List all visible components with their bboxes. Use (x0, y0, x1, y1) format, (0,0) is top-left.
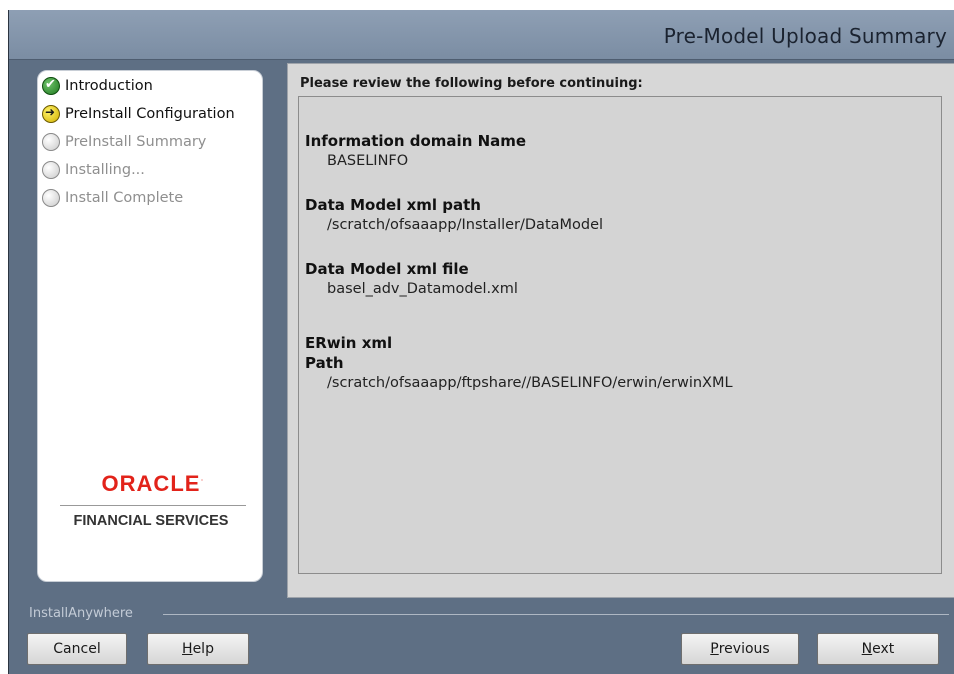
empty-circle-icon (42, 133, 60, 151)
previous-mnemonic: P (710, 641, 719, 657)
summary-value: /scratch/ofsaaapp/ftpshare//BASELINFO/er… (327, 375, 733, 391)
summary-label-path: Path (305, 354, 344, 372)
summary-item-domain: Information domain Name BASELINFO (305, 131, 526, 171)
next-label-rest: ext (872, 641, 895, 657)
financial-services-label: FINANCIAL SERVICES (73, 513, 229, 529)
summary-box[interactable]: Information domain Name BASELINFO Data M… (298, 96, 942, 574)
footer-divider (163, 614, 949, 615)
empty-circle-icon (42, 189, 60, 207)
summary-item-model-file: Data Model xml file basel_adv_Datamodel.… (305, 259, 518, 299)
help-label-rest: elp (192, 641, 214, 657)
summary-label: Data Model xml file (305, 260, 469, 278)
help-mnemonic: H (182, 641, 193, 657)
step-install-complete: Install Complete (42, 187, 183, 209)
installer-window: Pre-Model Upload Summary Introduction Pr… (8, 10, 954, 674)
logo-divider (60, 505, 246, 506)
title-bar: Pre-Model Upload Summary (9, 10, 954, 60)
summary-label: Data Model xml path (305, 196, 481, 214)
step-introduction: Introduction (42, 75, 153, 97)
step-label: PreInstall Summary (65, 134, 207, 150)
previous-label-rest: revious (718, 641, 770, 657)
step-label: Install Complete (65, 190, 184, 206)
installer-name: InstallAnywhere (29, 606, 133, 621)
summary-value: BASELINFO (327, 153, 409, 169)
previous-button[interactable]: Previous (681, 633, 799, 665)
next-button[interactable]: Next (817, 633, 939, 665)
summary-label: Information domain Name (305, 132, 527, 150)
content-panel: Please review the following before conti… (287, 63, 954, 598)
review-heading: Please review the following before conti… (300, 76, 643, 91)
summary-value: basel_adv_Datamodel.xml (327, 281, 518, 297)
summary-value: /scratch/ofsaaapp/Installer/DataModel (327, 217, 604, 233)
check-circle-icon (42, 77, 60, 95)
step-label: PreInstall Configuration (65, 106, 235, 122)
step-label: Introduction (65, 78, 153, 94)
empty-circle-icon (42, 161, 60, 179)
arrow-circle-icon (42, 105, 60, 123)
step-installing: Installing... (42, 159, 145, 181)
steps-panel: Introduction PreInstall Configuration Pr… (37, 70, 263, 582)
step-label: Installing... (65, 162, 145, 178)
help-button[interactable]: Help (147, 633, 249, 665)
step-preinstall-configuration: PreInstall Configuration (42, 103, 235, 125)
page-title: Pre-Model Upload Summary (663, 24, 947, 48)
summary-item-model-path: Data Model xml path /scratch/ofsaaapp/In… (305, 195, 603, 235)
oracle-wordmark: ORACLE (101, 471, 201, 496)
oracle-trademark: · (200, 474, 205, 485)
summary-label: ERwin xml (305, 334, 393, 352)
cancel-label: Cancel (53, 641, 101, 657)
summary-item-erwin: ERwin xml Path /scratch/ofsaaapp/ftpshar… (305, 333, 733, 393)
footer: InstallAnywhere Cancel Help Previous Nex… (9, 600, 954, 674)
oracle-logo: ORACLE· (68, 471, 238, 497)
step-preinstall-summary: PreInstall Summary (42, 131, 206, 153)
cancel-button[interactable]: Cancel (27, 633, 127, 665)
next-mnemonic: N (861, 641, 873, 657)
